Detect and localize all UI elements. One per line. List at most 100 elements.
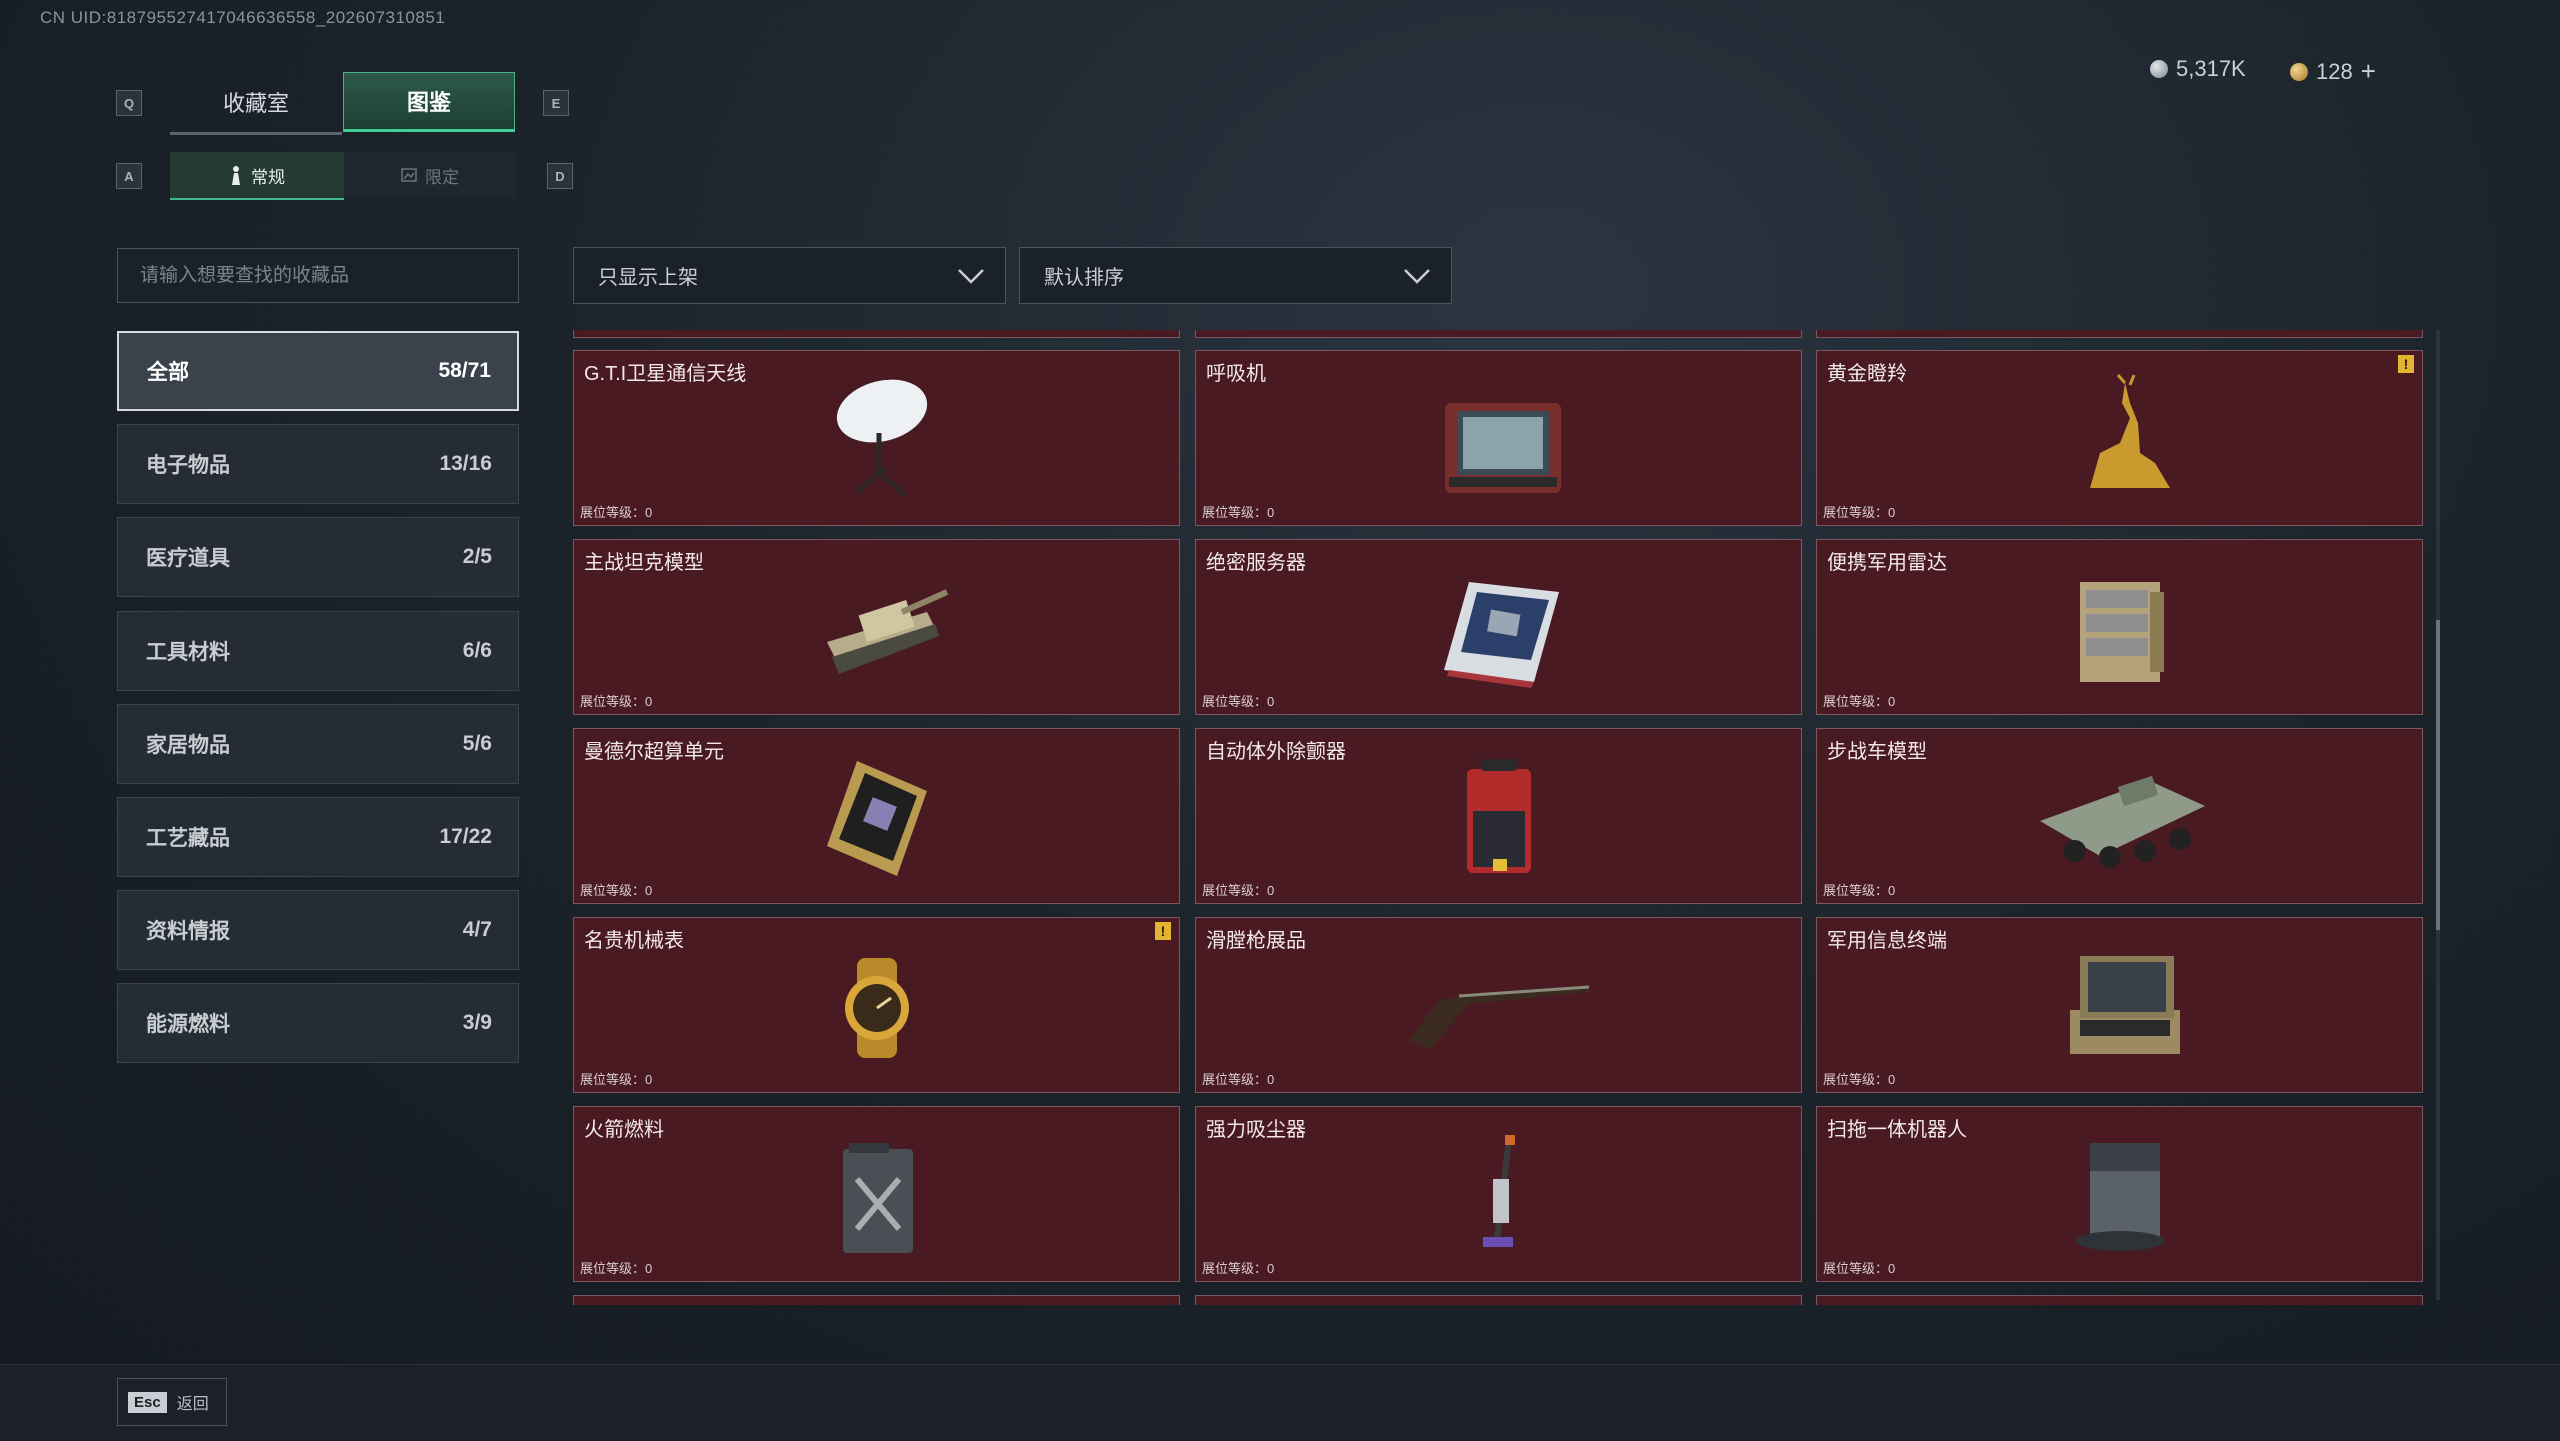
satellite-dish-icon <box>836 379 927 497</box>
item-level: 展位等级：0 <box>1823 1072 1896 1087</box>
figure-icon <box>232 166 240 185</box>
item-level: 展位等级：0 <box>580 1072 653 1087</box>
partial-card <box>1195 330 1802 338</box>
item-level: 展位等级：0 <box>1202 505 1275 520</box>
category-count: 58/71 <box>438 359 491 382</box>
item-name: G.T.I卫星通信天线 <box>584 363 747 385</box>
item-card-musket[interactable]: 滑膛枪展品 展位等级：0 <box>1195 917 1802 1093</box>
uid-text: CN UID:818795527417046636558_20260731085… <box>40 8 446 27</box>
category-household[interactable]: 家居物品 5/6 <box>117 704 519 784</box>
item-name: 绝密服务器 <box>1206 552 1306 574</box>
tab-codex[interactable]: 图鉴 <box>343 72 515 132</box>
category-intel[interactable]: 资料情报 4/7 <box>117 890 519 970</box>
category-count: 4/7 <box>462 918 492 941</box>
category-label: 电子物品 <box>146 454 230 477</box>
category-label: 工艺藏品 <box>146 827 230 850</box>
key-hint-a: A <box>116 163 142 189</box>
item-level: 展位等级：0 <box>1202 694 1275 709</box>
partial-card <box>573 1295 1180 1305</box>
item-card-satellite-antenna[interactable]: G.T.I卫星通信天线 展位等级：0 <box>573 350 1180 526</box>
watch-icon <box>844 958 909 1058</box>
item-card-golden-gazelle[interactable]: 黄金瞪羚 ! 展位等级：0 <box>1816 350 2423 526</box>
item-card-server[interactable]: 绝密服务器 展位等级：0 <box>1195 539 1802 715</box>
item-level: 展位等级：0 <box>1202 1072 1275 1087</box>
item-name: 主战坦克模型 <box>584 552 704 574</box>
item-level: 展位等级：0 <box>580 1261 653 1276</box>
item-name: 滑膛枪展品 <box>1206 930 1306 952</box>
ventilator-icon <box>1444 403 1561 493</box>
item-card-military-terminal[interactable]: 军用信息终端 展位等级：0 <box>1816 917 2423 1093</box>
category-count: 6/6 <box>462 639 492 662</box>
item-level: 展位等级：0 <box>1202 883 1275 898</box>
vacuum-icon <box>1482 1135 1515 1247</box>
item-name: 名贵机械表 <box>584 930 684 952</box>
item-name: 黄金瞪羚 <box>1827 363 1907 385</box>
category-all[interactable]: 全部 58/71 <box>117 331 519 411</box>
robot-vacuum-icon <box>2075 1143 2164 1251</box>
fuel-can-icon <box>842 1143 913 1253</box>
partial-card <box>1195 1295 1802 1305</box>
category-crafts[interactable]: 工艺藏品 17/22 <box>117 797 519 877</box>
gold-amount: 128 <box>2316 58 2353 84</box>
key-hint-q: Q <box>116 90 142 116</box>
golden-gazelle-icon <box>2089 374 2170 488</box>
subtab-limited[interactable]: 限定 <box>344 152 516 198</box>
item-level: 展位等级：0 <box>1823 1261 1896 1276</box>
item-card-ifv-model[interactable]: 步战车模型 展位等级：0 <box>1816 728 2423 904</box>
scrollbar-thumb[interactable] <box>2436 620 2440 930</box>
category-medical[interactable]: 医疗道具 2/5 <box>117 517 519 597</box>
item-name: 曼德尔超算单元 <box>584 741 724 763</box>
supercomputer-icon <box>826 761 927 876</box>
item-card-vacuum[interactable]: 强力吸尘器 展位等级：0 <box>1195 1106 1802 1282</box>
category-label: 全部 <box>147 361 189 384</box>
item-card-radar[interactable]: 便携军用雷达 展位等级：0 <box>1816 539 2423 715</box>
category-count: 13/16 <box>439 452 492 475</box>
warning-icon: ! <box>2398 355 2414 373</box>
gold-coin-icon <box>2290 62 2308 81</box>
category-label: 家居物品 <box>146 734 230 757</box>
subtab-regular-label: 常规 <box>251 167 285 187</box>
item-card-robot-vacuum[interactable]: 扫拖一体机器人 展位等级：0 <box>1816 1106 2423 1282</box>
category-electronics[interactable]: 电子物品 13/16 <box>117 424 519 504</box>
item-name: 强力吸尘器 <box>1206 1119 1306 1141</box>
esc-key-hint: Esc <box>128 1391 167 1413</box>
terminal-icon <box>2069 956 2180 1054</box>
ifv-model-icon <box>2039 775 2205 868</box>
collection-search-input[interactable] <box>117 248 519 303</box>
silver-coin-icon <box>2150 60 2168 78</box>
sort-label: 默认排序 <box>1044 267 1124 289</box>
item-name: 扫拖一体机器人 <box>1827 1119 1967 1141</box>
partial-card <box>1816 330 2423 338</box>
key-hint-d: D <box>547 163 573 189</box>
item-level: 展位等级：0 <box>1823 694 1896 709</box>
item-name: 军用信息终端 <box>1827 930 1947 952</box>
item-level: 展位等级：0 <box>1823 505 1896 520</box>
item-card-defibrillator[interactable]: 自动体外除颤器 展位等级：0 <box>1195 728 1802 904</box>
item-card-tank-model[interactable]: 主战坦克模型 展位等级：0 <box>573 539 1180 715</box>
tank-model-icon <box>826 589 948 674</box>
item-card-rocket-fuel[interactable]: 火箭燃料 展位等级：0 <box>573 1106 1180 1282</box>
item-name: 步战车模型 <box>1827 741 1927 763</box>
warning-icon: ! <box>1155 922 1171 940</box>
shelf-filter-label: 只显示上架 <box>598 267 698 289</box>
back-button[interactable]: Esc 返回 <box>117 1378 227 1426</box>
item-card-ventilator[interactable]: 呼吸机 展位等级：0 <box>1195 350 1802 526</box>
chevron-down-icon <box>1404 268 1430 284</box>
category-count: 5/6 <box>462 732 492 755</box>
item-name: 呼吸机 <box>1206 363 1266 385</box>
shelf-filter-dropdown[interactable]: 只显示上架 <box>573 247 1006 304</box>
subtab-regular[interactable]: 常规 <box>170 152 344 200</box>
category-tools[interactable]: 工具材料 6/6 <box>117 611 519 691</box>
category-energy[interactable]: 能源燃料 3/9 <box>117 983 519 1063</box>
category-label: 能源燃料 <box>146 1013 230 1036</box>
image-icon <box>401 168 417 182</box>
silver-amount: 5,317K <box>2176 56 2246 81</box>
item-name: 自动体外除颤器 <box>1206 741 1346 763</box>
item-level: 展位等级：0 <box>580 883 653 898</box>
add-currency-button[interactable]: + <box>2361 56 2376 87</box>
item-card-luxury-watch[interactable]: 名贵机械表 ! 展位等级：0 <box>573 917 1180 1093</box>
server-icon <box>1443 582 1559 688</box>
item-card-supercomputer[interactable]: 曼德尔超算单元 展位等级：0 <box>573 728 1180 904</box>
sort-dropdown[interactable]: 默认排序 <box>1019 247 1452 304</box>
tab-collection-room[interactable]: 收藏室 <box>170 72 342 135</box>
